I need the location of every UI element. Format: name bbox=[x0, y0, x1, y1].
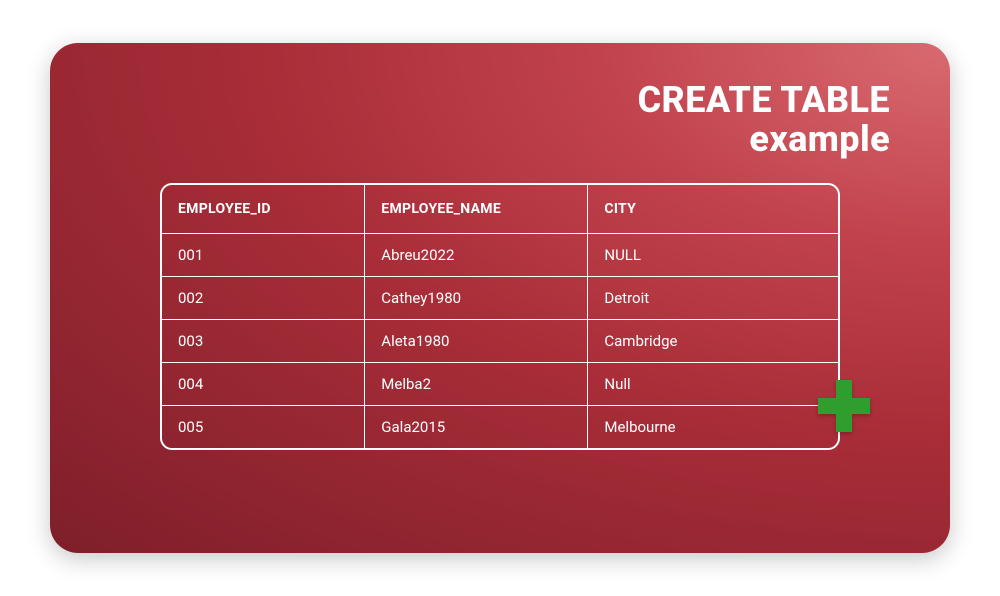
cell-employee-name: Cathey1980 bbox=[365, 276, 588, 319]
table-row: 005 Gala2015 Melbourne bbox=[162, 405, 838, 448]
cell-city: Melbourne bbox=[588, 405, 838, 448]
title-block: CREATE TABLE example bbox=[90, 81, 890, 159]
table-row: 003 Aleta1980 Cambridge bbox=[162, 319, 838, 362]
cell-employee-id: 002 bbox=[162, 276, 365, 319]
cell-city: NULL bbox=[588, 233, 838, 276]
col-header-city: CITY bbox=[588, 185, 838, 234]
title-line-2: example bbox=[90, 120, 890, 159]
cell-city: Cambridge bbox=[588, 319, 838, 362]
cell-employee-name: Melba2 bbox=[365, 362, 588, 405]
cell-city: Null bbox=[588, 362, 838, 405]
cell-employee-id: 005 bbox=[162, 405, 365, 448]
cell-employee-id: 001 bbox=[162, 233, 365, 276]
data-table: EMPLOYEE_ID EMPLOYEE_NAME CITY 001 Abreu… bbox=[162, 185, 838, 448]
col-header-employee-id: EMPLOYEE_ID bbox=[162, 185, 365, 234]
table-row: 001 Abreu2022 NULL bbox=[162, 233, 838, 276]
table-row: 002 Cathey1980 Detroit bbox=[162, 276, 838, 319]
table-header-row: EMPLOYEE_ID EMPLOYEE_NAME CITY bbox=[162, 185, 838, 234]
cell-employee-name: Abreu2022 bbox=[365, 233, 588, 276]
cell-employee-id: 004 bbox=[162, 362, 365, 405]
table-row: 004 Melba2 Null bbox=[162, 362, 838, 405]
title-line-1: CREATE TABLE bbox=[90, 81, 890, 120]
cell-employee-name: Gala2015 bbox=[365, 405, 588, 448]
plus-icon bbox=[814, 376, 874, 436]
card: CREATE TABLE example EMPLOYEE_ID EMPLOYE… bbox=[50, 43, 950, 553]
table-wrap: EMPLOYEE_ID EMPLOYEE_NAME CITY 001 Abreu… bbox=[160, 183, 840, 450]
cell-city: Detroit bbox=[588, 276, 838, 319]
col-header-employee-name: EMPLOYEE_NAME bbox=[365, 185, 588, 234]
cell-employee-id: 003 bbox=[162, 319, 365, 362]
data-table-border: EMPLOYEE_ID EMPLOYEE_NAME CITY 001 Abreu… bbox=[160, 183, 840, 450]
cell-employee-name: Aleta1980 bbox=[365, 319, 588, 362]
